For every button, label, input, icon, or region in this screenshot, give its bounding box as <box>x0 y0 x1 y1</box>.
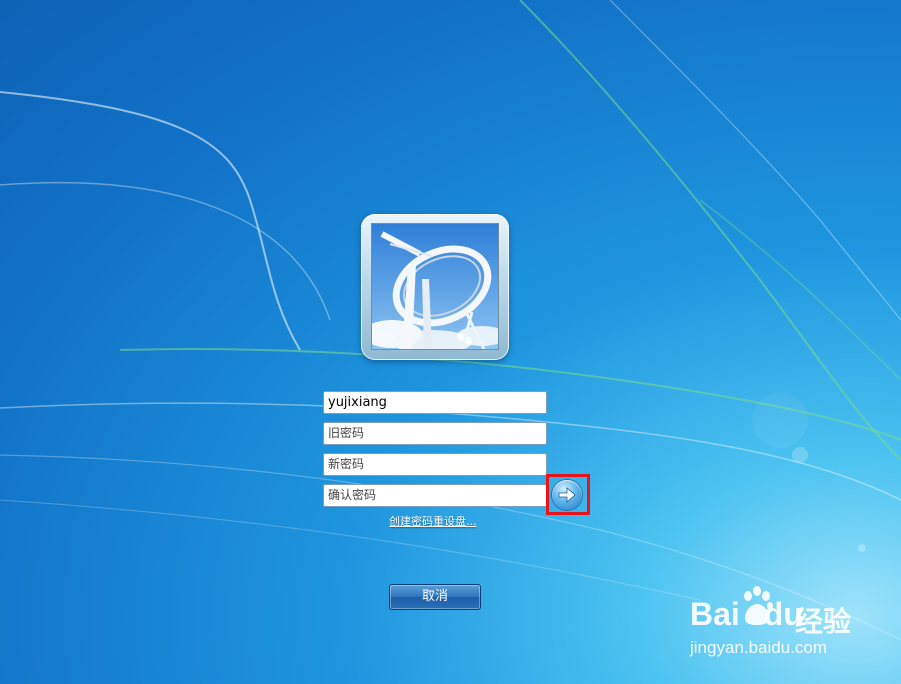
watermark-url: jingyan.baidu.com <box>690 638 828 657</box>
cancel-button[interactable]: 取消 <box>389 584 481 610</box>
baidu-jingyan-watermark: Bai du 经验 jingyan.baidu.com <box>690 586 890 666</box>
watermark-brand-bai: Bai <box>690 596 740 632</box>
user-avatar <box>371 223 499 350</box>
watermark-jingyan: 经验 <box>795 605 852 638</box>
new-password-input[interactable]: 新密码 <box>323 453 547 476</box>
old-password-input[interactable]: 旧密码 <box>323 422 547 445</box>
submit-button[interactable] <box>552 480 582 510</box>
username-field: yujixiang <box>323 391 547 414</box>
confirm-password-input[interactable]: 确认密码 <box>323 484 547 507</box>
rollercoaster-picture <box>372 224 498 349</box>
arrow-right-icon <box>558 487 576 503</box>
baidu-paw-icon <box>744 586 773 625</box>
create-reset-disk-link[interactable]: 创建密码重设盘... <box>389 513 477 529</box>
user-avatar-frame <box>361 214 509 360</box>
